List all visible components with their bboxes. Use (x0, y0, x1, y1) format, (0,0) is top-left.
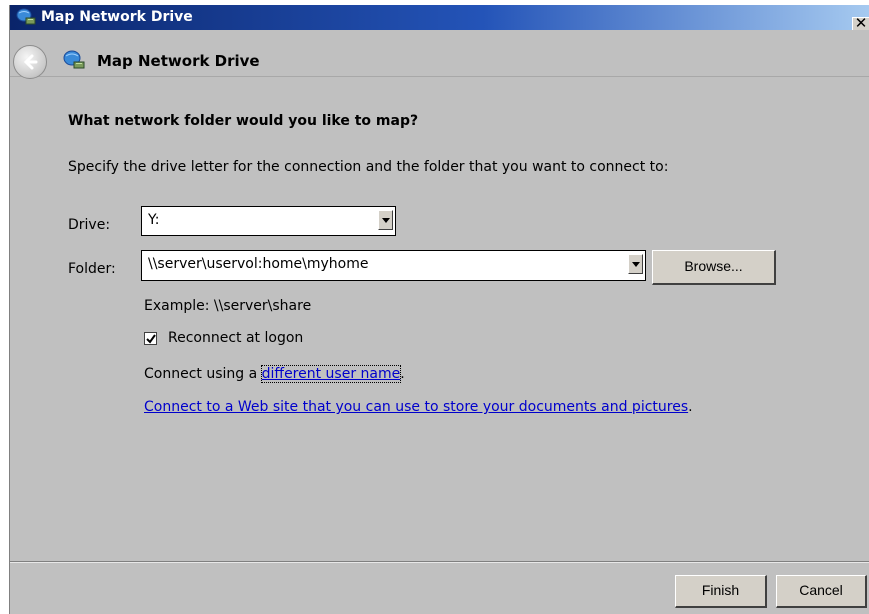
folder-combobox[interactable]: \\server\uservol:home\myhome (141, 250, 646, 281)
wizard-title: Map Network Drive (97, 52, 260, 70)
network-drive-icon (63, 50, 85, 70)
different-user-link[interactable]: different user name (260, 365, 402, 383)
reconnect-checkbox[interactable] (144, 332, 157, 345)
web-link-suffix: . (688, 399, 693, 415)
folder-label: Folder: (68, 261, 116, 277)
instructions-text: Specify the drive letter for the connect… (68, 159, 669, 175)
browse-button[interactable]: Browse... (652, 250, 776, 285)
folder-value[interactable]: \\server\uservol:home\myhome (148, 256, 368, 272)
map-network-drive-window: Map Network Drive ✕ Map Network Drive Wh… (9, 5, 869, 614)
wizard-navigation-bar: Map Network Drive (10, 30, 869, 79)
chevron-down-icon[interactable] (628, 254, 643, 274)
title-bar: Map Network Drive ✕ (10, 5, 869, 31)
drive-select[interactable]: Y: (141, 206, 396, 236)
example-text: Example: \\server\share (144, 298, 312, 314)
drive-value: Y: (148, 212, 160, 228)
web-site-link-line: Connect to a Web site that you can use t… (144, 399, 693, 415)
close-button[interactable]: ✕ (852, 16, 869, 31)
network-drive-icon (16, 8, 36, 26)
back-arrow-icon (23, 54, 38, 70)
reconnect-label[interactable]: Reconnect at logon (168, 330, 303, 346)
connect-suffix: . (400, 366, 405, 382)
chevron-down-icon[interactable] (378, 210, 393, 230)
window-title: Map Network Drive (41, 9, 193, 25)
connect-prefix: Connect using a (144, 366, 262, 382)
page-heading: What network folder would you like to ma… (68, 113, 419, 129)
drive-label: Drive: (68, 217, 111, 233)
connect-web-site-link[interactable]: Connect to a Web site that you can use t… (144, 399, 688, 415)
checkmark-icon (146, 334, 156, 344)
cancel-button[interactable]: Cancel (776, 575, 867, 608)
back-button[interactable] (13, 45, 47, 79)
footer-divider (10, 561, 869, 563)
connect-using-text: Connect using a different user name. (144, 365, 405, 383)
finish-button[interactable]: Finish (675, 575, 767, 608)
